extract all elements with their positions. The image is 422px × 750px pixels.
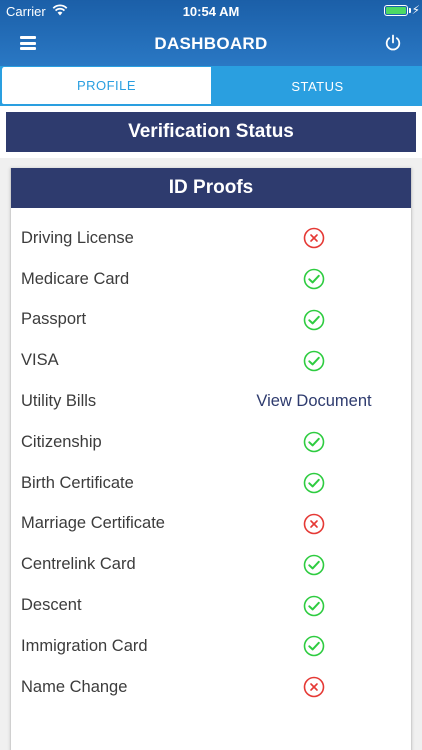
list-item: Utility Bills View Document	[11, 381, 411, 422]
document-label: Descent	[21, 596, 82, 615]
verified-check-icon	[303, 636, 325, 657]
list-item: Passport	[11, 300, 411, 341]
id-proofs-header: ID Proofs	[11, 168, 411, 208]
document-label: Centrelink Card	[21, 555, 136, 574]
verified-check-icon	[303, 472, 325, 494]
id-proofs-list: Driving License Medicare Card Passport VISA…	[11, 208, 411, 708]
document-label: Immigration Card	[21, 636, 148, 655]
verified-check-icon	[303, 268, 325, 290]
nav-bar: DASHBOARD	[0, 22, 422, 66]
list-item: Marriage Certificate	[11, 504, 411, 545]
list-item: Name Change	[11, 667, 411, 708]
charging-bolt-icon: ⚡︎	[411, 3, 420, 17]
verification-status-banner: Verification Status	[6, 112, 416, 152]
document-label: Utility Bills	[21, 392, 97, 411]
verified-check-icon	[303, 350, 325, 372]
battery-icon	[384, 5, 408, 16]
id-proofs-card: ID Proofs Driving License Medicare Card Pa…	[10, 168, 412, 750]
power-icon[interactable]	[384, 34, 402, 52]
list-item: Citizenship	[11, 422, 411, 463]
view-document-link[interactable]: View Document	[211, 392, 417, 411]
rejected-x-icon	[303, 228, 325, 249]
tab-bar: PROFILE STATUS	[0, 66, 422, 106]
list-item: Immigration Card	[11, 626, 411, 667]
status-bar: Carrier 10:54 AM ⚡︎	[0, 0, 422, 22]
verified-check-icon	[303, 309, 325, 331]
verification-section: Verification Status	[0, 106, 422, 158]
list-item: Descent	[11, 585, 411, 626]
tab-profile[interactable]: PROFILE	[0, 66, 213, 106]
page-title: DASHBOARD	[154, 34, 268, 53]
app-root: Carrier 10:54 AM ⚡︎ DASHBOARD PROFILE ST…	[0, 0, 422, 750]
document-label: Name Change	[21, 677, 128, 696]
document-label: Marriage Certificate	[21, 514, 165, 533]
document-label: Driving License	[21, 228, 134, 247]
clock: 10:54 AM	[182, 4, 240, 19]
verified-check-icon	[303, 595, 325, 616]
list-item: VISA	[11, 340, 411, 381]
document-label: Citizenship	[21, 432, 102, 451]
document-label: Medicare Card	[21, 269, 130, 288]
app-header: Carrier 10:54 AM ⚡︎ DASHBOARD	[0, 0, 422, 66]
document-label: Birth Certificate	[21, 473, 134, 492]
list-item: Centrelink Card	[11, 544, 411, 585]
tab-status[interactable]: STATUS	[213, 66, 422, 106]
document-label: Passport	[21, 310, 87, 329]
list-item: Birth Certificate	[11, 463, 411, 504]
list-item: Driving License	[11, 218, 411, 259]
rejected-x-icon	[303, 513, 325, 535]
verified-check-icon	[303, 432, 325, 453]
verified-check-icon	[303, 554, 325, 576]
document-label: VISA	[21, 351, 59, 370]
list-item: Medicare Card	[11, 259, 411, 300]
rejected-x-icon	[303, 676, 325, 698]
